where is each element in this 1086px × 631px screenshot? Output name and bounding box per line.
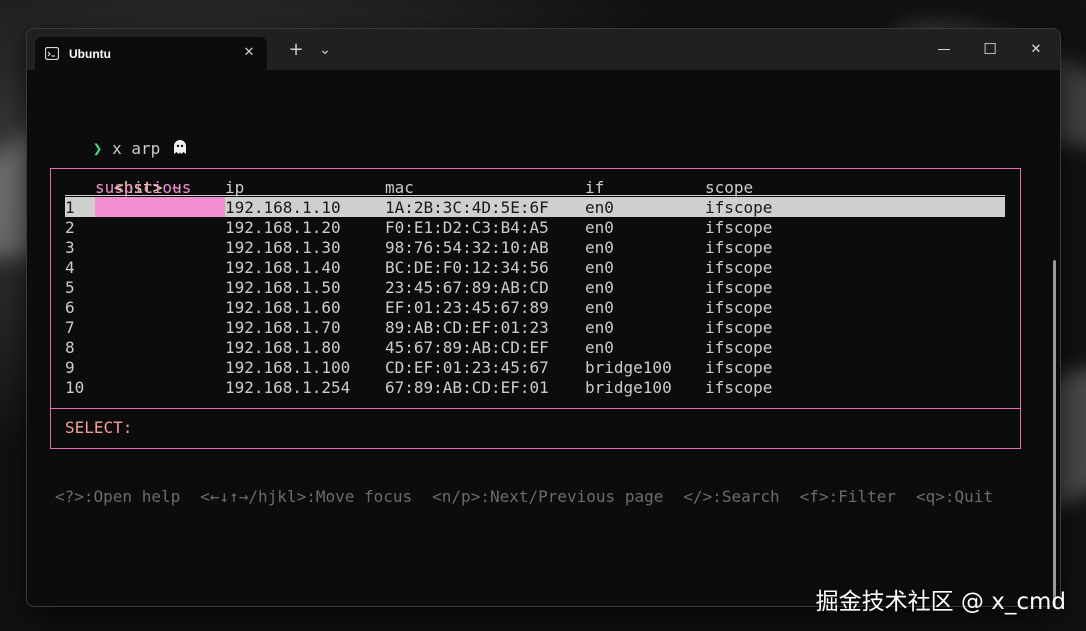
table-cell-ip[interactable]: 192.168.1.100 <box>225 358 350 378</box>
table-cell-if[interactable]: en0 <box>585 338 614 358</box>
table-cell-scope[interactable]: ifscope <box>705 258 772 278</box>
table-cell-mac[interactable]: 98:76:54:32:10:AB <box>385 238 549 258</box>
table-cell-scope[interactable]: ifscope <box>705 378 772 398</box>
table-cell-index[interactable]: 8 <box>65 338 75 358</box>
table-cell-if[interactable]: en0 <box>585 198 614 218</box>
help-hint: <f>:Filter <box>799 487 896 506</box>
chevron-down-icon[interactable]: ⌄ <box>311 37 339 63</box>
table-cell-scope[interactable]: ifscope <box>705 218 772 238</box>
help-hint: <?>:Open help <box>55 487 181 506</box>
new-tab-button[interactable]: + <box>282 37 310 63</box>
table-cell-mac[interactable]: F0:E1:D2:C3:B4:A5 <box>385 218 549 238</box>
table-cell-ip[interactable]: 192.168.1.80 <box>225 338 341 358</box>
table-cell-mac[interactable]: 67:89:AB:CD:EF:01 <box>385 378 549 398</box>
title-bar: Ubuntu ✕ + ⌄ — ☐ ✕ <box>27 29 1060 70</box>
table-cell-ip[interactable]: 192.168.1.20 <box>225 218 341 238</box>
table-cell-scope[interactable]: ifscope <box>705 278 772 298</box>
close-tab-icon[interactable]: ✕ <box>241 45 257 61</box>
table-cell-index[interactable]: 10 <box>65 378 84 398</box>
table-cell-scope[interactable]: ifscope <box>705 338 772 358</box>
panel-divider <box>51 408 1020 409</box>
chevron-right-icon: ❯ <box>92 139 103 158</box>
table-cell-index[interactable]: 1 <box>65 198 75 218</box>
minimize-button[interactable]: — <box>921 29 967 70</box>
table-cell-mac[interactable]: EF:01:23:45:67:89 <box>385 298 549 318</box>
table-cell-ip[interactable]: 192.168.1.254 <box>225 378 350 398</box>
table-cell-index[interactable]: 5 <box>65 278 75 298</box>
table-cell-if[interactable]: bridge100 <box>585 358 672 378</box>
maximize-button[interactable]: ☐ <box>967 29 1013 70</box>
table-cell-scope[interactable]: ifscope <box>705 358 772 378</box>
close-window-button[interactable]: ✕ <box>1013 29 1059 70</box>
focused-cell-highlight <box>95 197 225 217</box>
table-cell-mac[interactable]: 1A:2B:3C:4D:5E:6F <box>385 198 549 218</box>
watermark: 掘金技术社区 @ x_cmd <box>815 589 1066 615</box>
table-cell-if[interactable]: bridge100 <box>585 378 672 398</box>
table-cell-index[interactable]: 2 <box>65 218 75 238</box>
table-cell-mac[interactable]: 89:AB:CD:EF:01:23 <box>385 318 549 338</box>
table-cell-scope[interactable]: ifscope <box>705 238 772 258</box>
table-cell-ip[interactable]: 192.168.1.30 <box>225 238 341 258</box>
table-cell-if[interactable]: en0 <box>585 278 614 298</box>
help-bar: <?>:Open help <←↓↑→/hjkl>:Move focus <n/p>… <box>55 487 1013 507</box>
table-cell-scope[interactable]: ifscope <box>705 298 772 318</box>
table-cell-ip[interactable]: 192.168.1.40 <box>225 258 341 278</box>
table-cell-scope[interactable]: ifscope <box>705 198 772 218</box>
header-divider <box>65 195 1005 196</box>
table-cell-index[interactable]: 4 <box>65 258 75 278</box>
table-cell-mac[interactable]: 23:45:67:89:AB:CD <box>385 278 549 298</box>
table-cell-if[interactable]: en0 <box>585 258 614 278</box>
table-cell-if[interactable]: en0 <box>585 318 614 338</box>
help-hint: </>:Search <box>683 487 780 506</box>
table-cell-index[interactable]: 7 <box>65 318 75 338</box>
help-hint: <n/p>:Next/Previous page <box>432 487 664 506</box>
arp-table-panel: suspicious ip mac if scope 1 192.168.1.10… <box>50 168 1021 449</box>
table-cell-if[interactable]: en0 <box>585 218 614 238</box>
table-cell-mac[interactable]: BC:DE:F0:12:34:56 <box>385 258 549 278</box>
help-hint: <q>:Quit <box>916 487 994 506</box>
table-cell-ip[interactable]: 192.168.1.10 <box>225 198 341 218</box>
scrollbar[interactable] <box>1053 260 1056 606</box>
table-cell-if[interactable]: en0 <box>585 238 614 258</box>
select-label[interactable]: SELECT: <box>65 418 132 438</box>
table-cell-index[interactable]: 9 <box>65 358 75 378</box>
table-cell-ip[interactable]: 192.168.1.50 <box>225 278 341 298</box>
help-hint: <←↓↑→/hjkl>:Move focus <box>200 487 413 506</box>
table-cell-index[interactable]: 3 <box>65 238 75 258</box>
table-cell-mac[interactable]: CD:EF:01:23:45:67 <box>385 358 549 378</box>
table-cell-scope[interactable]: ifscope <box>705 318 772 338</box>
table-cell-if[interactable]: en0 <box>585 298 614 318</box>
terminal-content[interactable]: <hst> ~ ❯ x arp suspicious ip mac if sco… <box>27 70 1060 606</box>
command-text: x arp <box>112 139 161 158</box>
table-cell-mac[interactable]: 45:67:89:AB:CD:EF <box>385 338 549 358</box>
table-cell-index[interactable]: 6 <box>65 298 75 318</box>
table-cell-ip[interactable]: 192.168.1.60 <box>225 298 341 318</box>
tab-ubuntu[interactable]: Ubuntu ✕ <box>35 37 267 70</box>
terminal-icon <box>45 47 59 61</box>
terminal-window: Ubuntu ✕ + ⌄ — ☐ ✕ <hst> ~ ❯ x arp suspi… <box>26 28 1061 607</box>
table-cell-ip[interactable]: 192.168.1.70 <box>225 318 341 338</box>
tab-title: Ubuntu <box>69 46 111 61</box>
